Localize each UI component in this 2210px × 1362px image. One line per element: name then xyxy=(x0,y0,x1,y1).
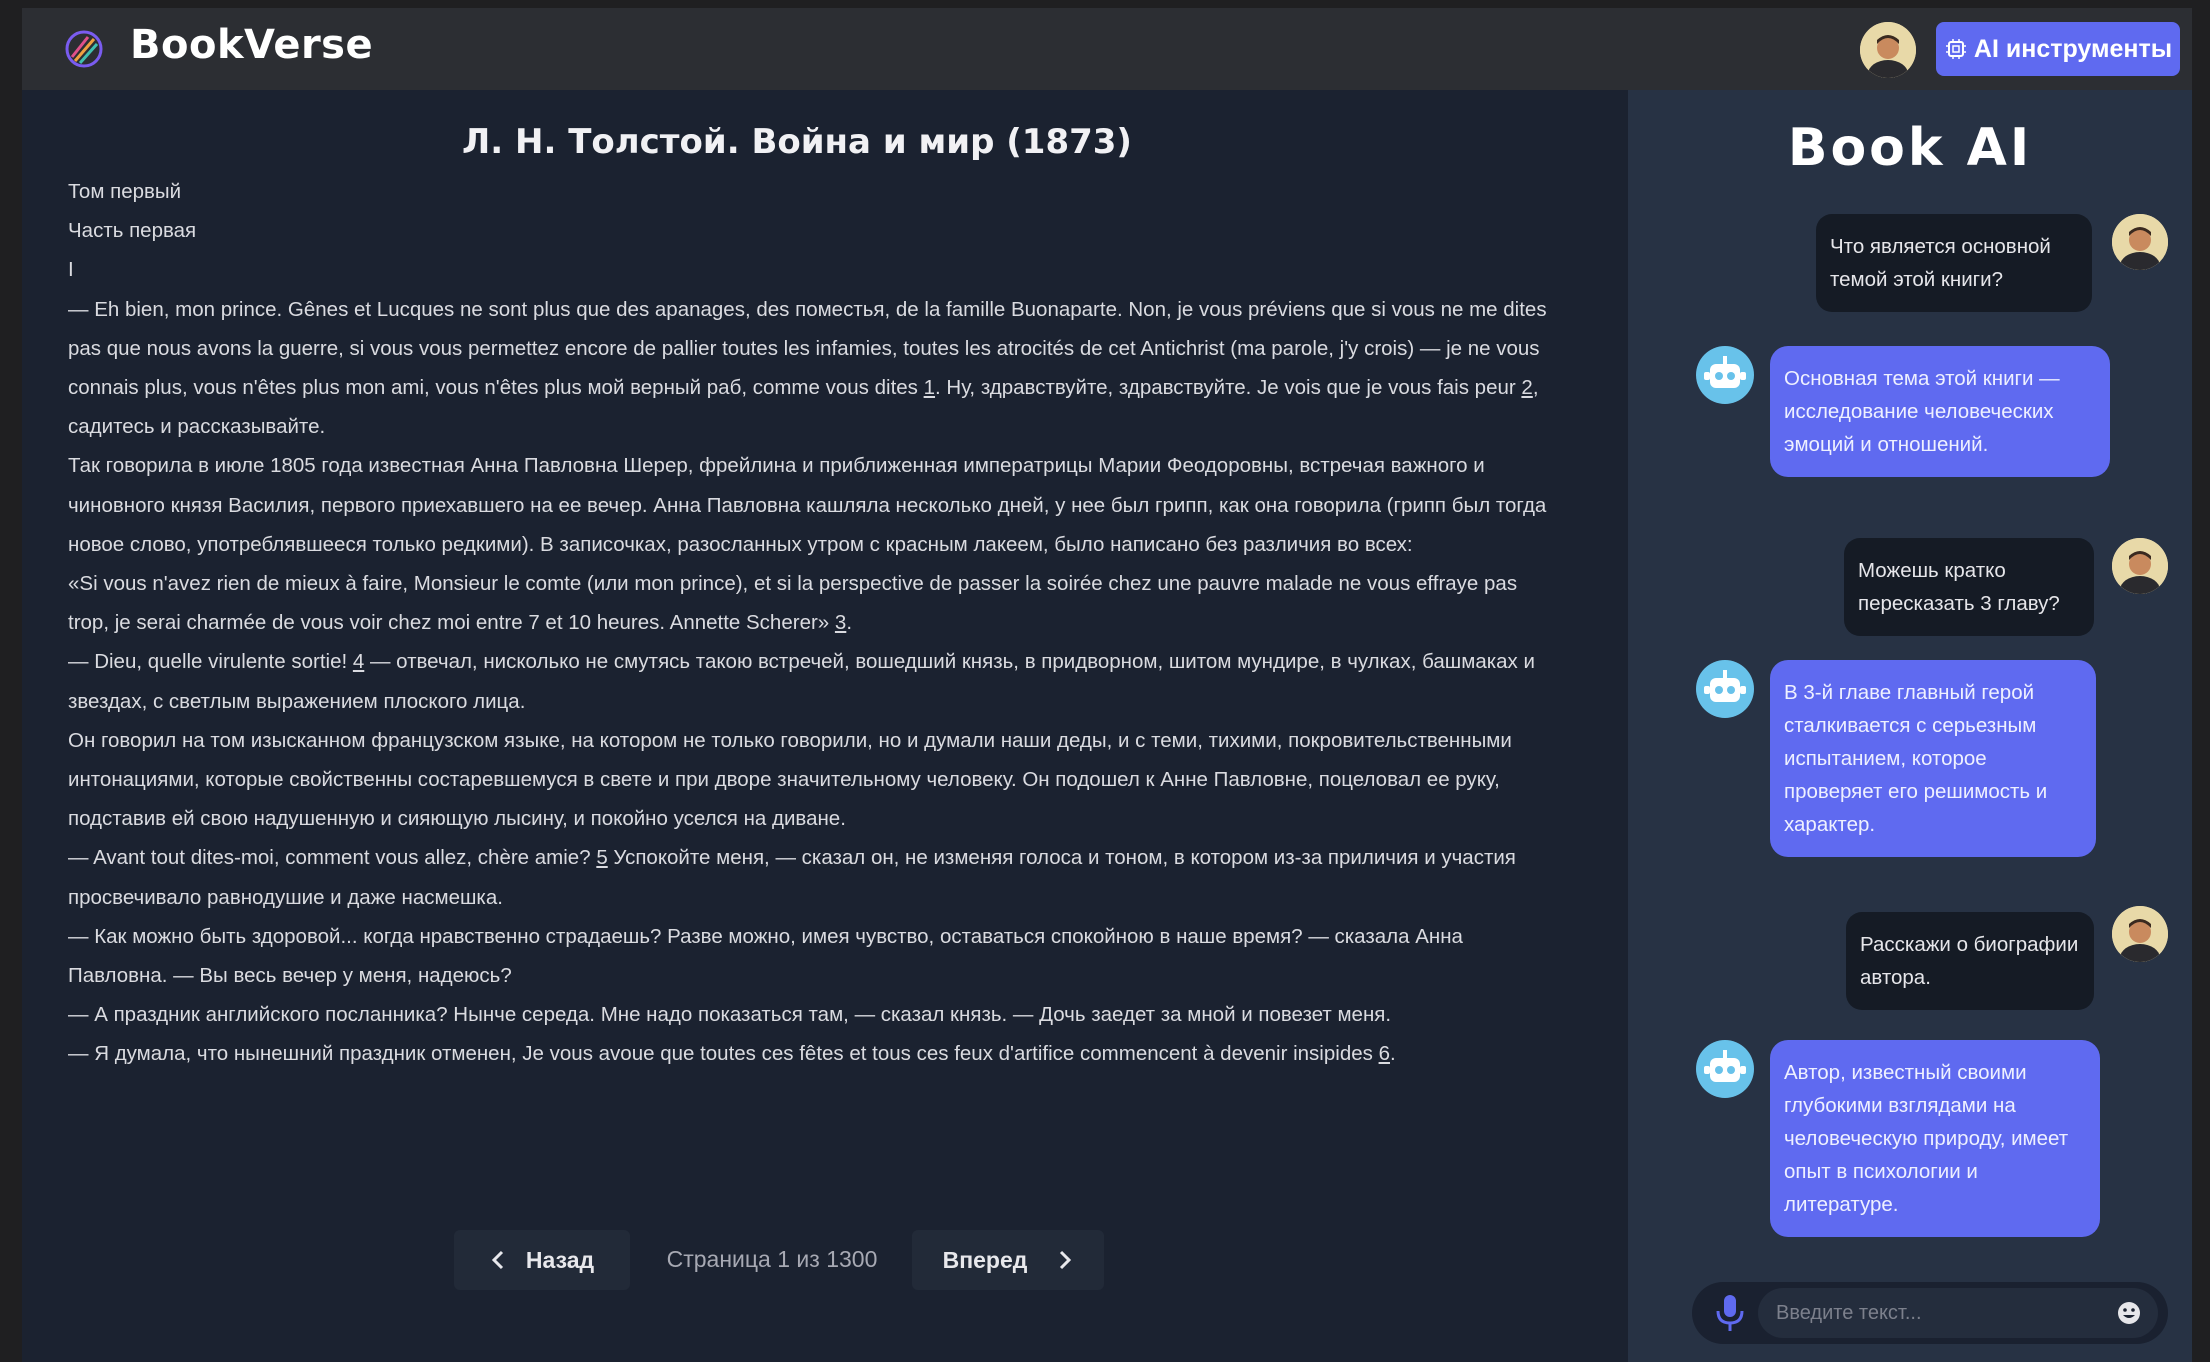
avatar-icon xyxy=(2112,538,2168,594)
chat-text-input[interactable] xyxy=(1758,1288,2158,1338)
back-button[interactable]: Назад xyxy=(454,1230,630,1290)
back-label: Назад xyxy=(525,1246,595,1273)
user-avatar xyxy=(2112,906,2168,962)
book-text: Том первый Часть первая I — Eh bien, mon… xyxy=(68,172,1548,1074)
footnote-link[interactable]: 1 xyxy=(924,376,935,399)
chevron-right-icon xyxy=(1060,1250,1072,1270)
avatar-icon xyxy=(2112,906,2168,962)
footnote-link[interactable]: 2 xyxy=(1521,376,1532,399)
chat-input-bar xyxy=(1692,1282,2168,1344)
bot-avatar xyxy=(1696,1040,1754,1098)
ai-panel-title: Book AI xyxy=(1787,118,2033,178)
robot-icon xyxy=(1704,356,1746,388)
user-avatar xyxy=(2112,214,2168,270)
chapter-heading: I xyxy=(68,258,74,282)
footnote-link[interactable]: 4 xyxy=(353,650,364,673)
next-button[interactable]: Вперед xyxy=(912,1230,1104,1290)
ai-tools-label: AI инструменты xyxy=(1973,34,2173,63)
bot-message: Основная тема этой книги — исследование … xyxy=(1770,346,2110,477)
paragraph: — Как можно быть здоровой... когда нравс… xyxy=(68,924,1463,988)
ai-tools-button[interactable]: AI инструменты xyxy=(1936,22,2180,76)
footnote-link[interactable]: 6 xyxy=(1379,1042,1390,1065)
bot-message: В 3-й главе главный герой сталкивается с… xyxy=(1770,660,2096,857)
paragraph: — Avant tout dites-moi, comment vous all… xyxy=(68,846,1516,909)
robot-icon xyxy=(1704,1050,1746,1082)
book-title: Л. Н. Толстой. Война и мир (1873) xyxy=(462,122,1132,162)
top-header: BookVerse AI инструменты xyxy=(22,8,2192,90)
avatar-icon xyxy=(1860,22,1916,78)
robot-icon xyxy=(1704,670,1746,702)
paragraph: — Dieu, quelle virulente sortie! 4 — отв… xyxy=(68,650,1535,713)
volume-heading: Том первый xyxy=(68,180,182,203)
paragraph: «Si vous n'avez rien de mieux à faire, M… xyxy=(68,572,1518,635)
chip-icon xyxy=(1945,39,1966,59)
chevron-left-icon xyxy=(491,1250,503,1270)
brand-name: BookVerse xyxy=(130,22,374,68)
avatar-icon xyxy=(2112,214,2168,270)
footnote-link[interactable]: 5 xyxy=(596,846,607,869)
paragraph: Так говорила в июле 1805 года известная … xyxy=(68,454,1547,556)
app-window: BookVerse AI инструменты Л. Н. Толстой. … xyxy=(22,8,2192,1362)
footnote-link[interactable]: 3 xyxy=(835,611,846,634)
emoji-icon[interactable] xyxy=(2116,1300,2142,1326)
user-avatar[interactable] xyxy=(1860,22,1916,78)
microphone-icon[interactable] xyxy=(1712,1293,1748,1333)
user-message: Расскажи о биографии автора. xyxy=(1846,912,2094,1010)
bot-avatar xyxy=(1696,660,1754,718)
user-message: Что является основной темой этой книги? xyxy=(1816,214,2092,312)
paragraph: Он говорил на том изысканном французском… xyxy=(68,728,1512,831)
reader-pane: Л. Н. Толстой. Война и мир (1873) Том пе… xyxy=(22,90,1628,1362)
paragraph: — А праздник английского посланника? Нын… xyxy=(68,1003,1392,1027)
bot-avatar xyxy=(1696,346,1754,404)
bot-message: Автор, известный своими глубокими взгляд… xyxy=(1770,1040,2100,1237)
user-message: Можешь кратко пересказать 3 главу? xyxy=(1844,538,2094,636)
logo-icon xyxy=(65,30,103,68)
paragraph: — Я думала, что нынешний праздник отмене… xyxy=(68,1042,1396,1066)
paragraph: — Eh bien, mon prince. Gênes et Lucques … xyxy=(68,297,1547,439)
page-indicator: Страница 1 из 1300 xyxy=(666,1246,878,1272)
ai-chat-panel: Book AI Что является основной темой этой… xyxy=(1628,90,2192,1362)
part-heading: Часть первая xyxy=(68,219,197,243)
user-avatar xyxy=(2112,538,2168,594)
next-label: Вперед xyxy=(942,1246,1028,1273)
pagination: Назад Страница 1 из 1300 Вперед xyxy=(22,1230,1562,1290)
